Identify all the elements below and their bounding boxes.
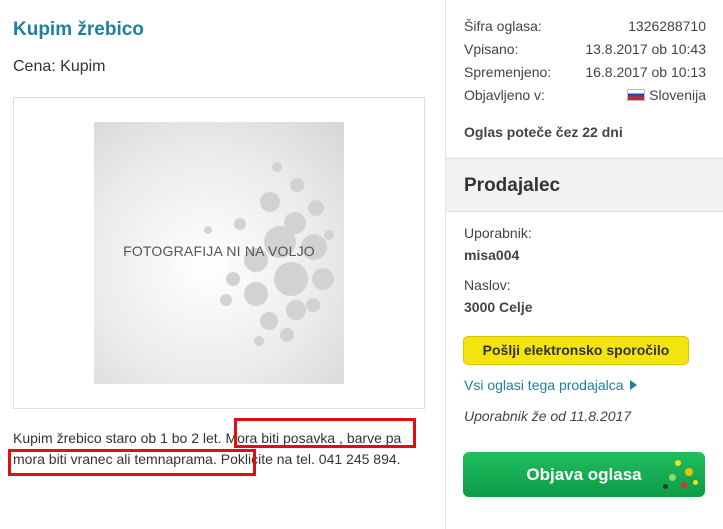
info-row-id: Šifra oglasa: 1326288710 (464, 18, 706, 38)
user-value: misa004 (464, 247, 520, 263)
highlight-box (8, 449, 256, 476)
member-since: Uporabnik že od 11.8.2017 (464, 408, 632, 424)
photo-placeholder[interactable]: FOTOGRAFIJA NI NA VOLJO (94, 122, 344, 384)
photo-placeholder-text: FOTOGRAFIJA NI NA VOLJO (123, 243, 315, 259)
listing-title: Kupim žrebico (13, 19, 144, 40)
info-key: Šifra oglasa: (464, 18, 542, 34)
highlight-box (234, 418, 416, 448)
info-row-modified: Spremenjeno: 16.8.2017 ob 10:13 (464, 64, 706, 84)
listing-price: Cena: Kupim (13, 58, 106, 75)
listing-main: Kupim žrebico Cena: Kupim FOTOGRAFIJA NI… (0, 0, 445, 529)
country-name: Slovenija (649, 87, 706, 103)
listing-sidebar: Šifra oglasa: 1326288710 Vpisano: 13.8.2… (446, 0, 723, 529)
info-row-published: Objavljeno v: Slovenija (464, 87, 706, 107)
arrow-right-icon (629, 380, 637, 390)
info-key: Vpisano: (464, 41, 519, 57)
publish-ad-button[interactable]: Objava oglasa (463, 452, 705, 497)
seller-heading: Prodajalec (464, 175, 561, 196)
info-value: 13.8.2017 ob 10:43 (585, 41, 706, 57)
info-value-country: Slovenija (627, 87, 706, 103)
publish-ad-label: Objava oglasa (526, 465, 642, 484)
seller-header: Prodajalec (446, 158, 723, 212)
user-label: Uporabnik: (464, 225, 532, 241)
info-key: Objavljeno v: (464, 87, 545, 103)
seller-ads-link-label: Vsi oglasi tega prodajalca (464, 377, 624, 393)
info-key: Spremenjeno: (464, 64, 552, 80)
seller-ads-link[interactable]: Vsi oglasi tega prodajalca (464, 377, 637, 393)
info-value: 16.8.2017 ob 10:13 (585, 64, 706, 80)
info-value: 1326288710 (628, 18, 706, 34)
address-value: 3000 Celje (464, 299, 533, 315)
address-label: Naslov: (464, 277, 511, 293)
slovenia-flag-icon (627, 89, 646, 101)
info-row-created: Vpisano: 13.8.2017 ob 10:43 (464, 41, 706, 61)
send-message-button[interactable]: Pošlji elektronsko sporočilo (463, 336, 689, 365)
expiry-notice: Oglas poteče čez 22 dni (464, 124, 623, 140)
photo-frame: FOTOGRAFIJA NI NA VOLJO (13, 97, 425, 409)
